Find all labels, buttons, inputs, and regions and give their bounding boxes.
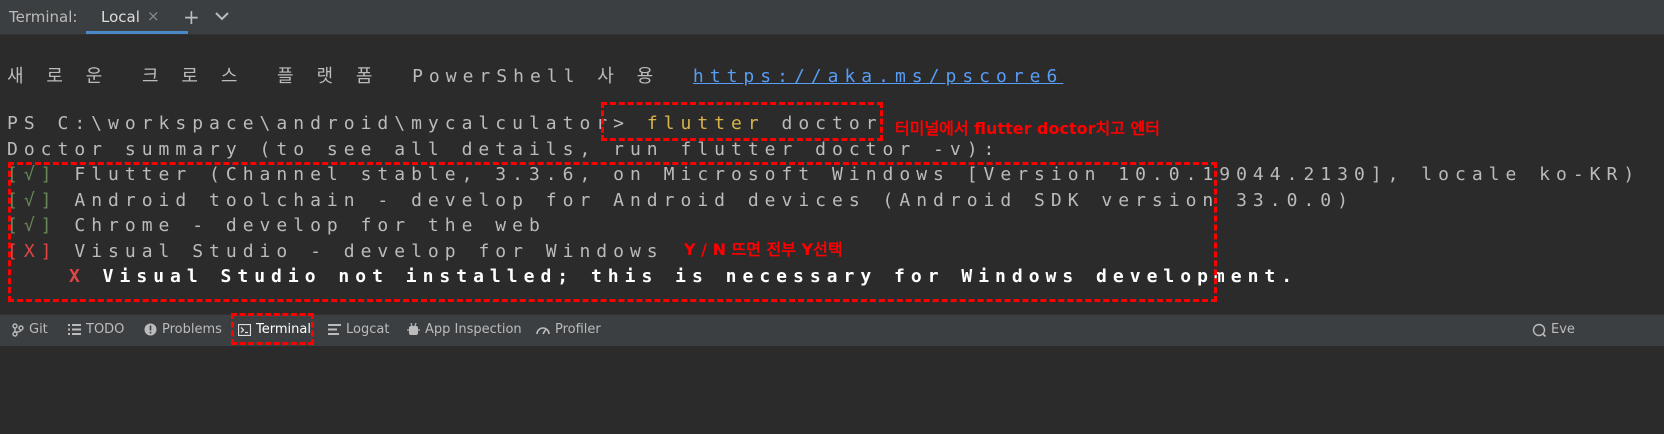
app-inspection-icon [407,322,420,335]
gauge-icon [536,327,550,335]
tool-git-label: Git [29,322,48,337]
close-icon[interactable]: × [147,7,160,25]
tool-problems-label: Problems [162,322,222,337]
list-icon [68,324,81,335]
new-tab-button[interactable]: + [183,5,200,29]
tool-app-inspection-label: App Inspection [425,322,522,337]
tool-problems[interactable]: Problems [144,322,222,337]
prompt-path: PS C:\workspace\android\mycalculator> [7,113,647,134]
doctor-results-box [8,162,1217,302]
enter-note: 터미널에서 flutter doctor치고 엔터 [895,119,1160,138]
ps-info-line: 새 로 운 크 로 스 플 랫 폼 PowerShell 사 용 https:/… [7,62,1063,88]
git-branch-icon [12,322,24,337]
yn-note: Y / N 뜨면 전부 Y선택 [684,240,843,259]
tool-git[interactable]: Git [12,322,48,337]
tab-local[interactable]: Local × [84,0,188,34]
tool-app-inspection[interactable]: App Inspection [407,322,522,337]
info-icon [144,323,157,336]
tool-event-log[interactable]: Eve [1532,322,1575,337]
active-tab-indicator [86,31,188,34]
tool-logcat-label: Logcat [346,322,390,337]
chevron-down-icon[interactable] [215,11,229,21]
tool-window-bar: Git TODO Problems Terminal Logcat App In… [0,313,1664,346]
terminal-output[interactable]: 새 로 운 크 로 스 플 랫 폼 PowerShell 사 용 https:/… [0,35,1664,314]
pscore-link[interactable]: https://aka.ms/pscore6 [693,66,1063,87]
tool-todo-label: TODO [86,322,125,337]
tool-profiler-label: Profiler [555,322,601,337]
logcat-icon [328,324,341,335]
terminal-title: Terminal: [9,8,78,26]
terminal-highlight-box [231,313,314,345]
event-log-icon [1532,323,1546,337]
terminal-tab-bar: Terminal: Local × + [0,0,1664,35]
command-highlight-box [601,102,883,141]
ps-info-text: 새 로 운 크 로 스 플 랫 폼 PowerShell 사 용 [7,66,693,87]
tool-todo[interactable]: TODO [68,322,124,337]
tab-local-label: Local [101,8,140,26]
tool-profiler[interactable]: Profiler [536,322,601,337]
tool-event-log-label: Eve [1551,322,1575,337]
tool-logcat[interactable]: Logcat [328,322,389,337]
doctor-summary-line: Doctor summary (to see all details, run … [7,139,1001,160]
